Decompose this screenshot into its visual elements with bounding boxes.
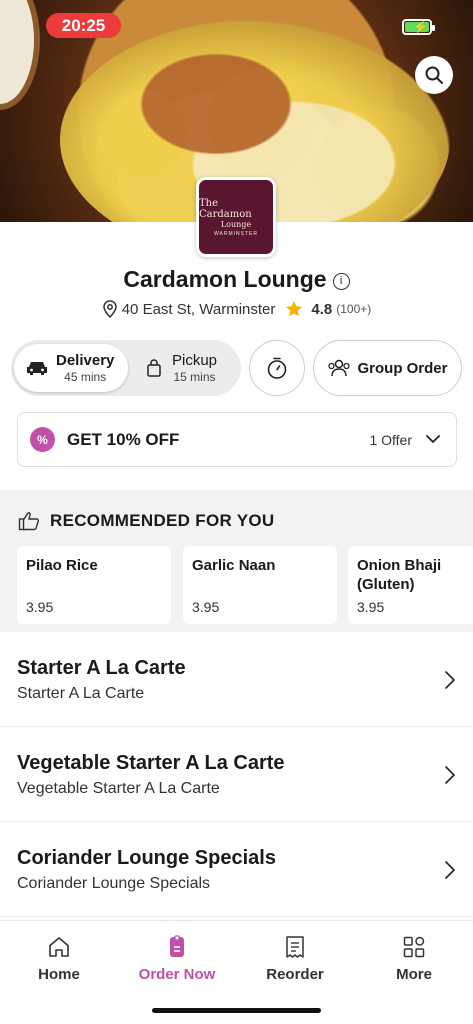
rating-count: (100+) (336, 302, 372, 316)
restaurant-logo: The Cardamon Lounge WARMINSTER (196, 177, 276, 257)
recommended-section: RECOMMENDED FOR YOU Pilao Rice 3.95 Garl… (0, 490, 473, 632)
discount-badge-icon: % (30, 427, 55, 452)
pickup-time: 15 mins (173, 369, 216, 384)
category-row[interactable]: Starter A La Carte Starter A La Carte (0, 633, 473, 727)
category-row[interactable]: Coriander Lounge Specials Coriander Loun… (0, 823, 473, 917)
location-pin-icon (102, 300, 117, 318)
delivery-option[interactable]: Delivery 45 mins (14, 344, 128, 392)
address-row: 40 East St, Warminster 4.8 (100+) (0, 300, 473, 318)
category-subtitle: Vegetable Starter A La Carte (17, 780, 220, 797)
schedule-button[interactable] (249, 340, 305, 396)
pickup-option[interactable]: Pickup 15 mins (132, 344, 238, 392)
item-name: Onion Bhaji (Gluten) (357, 557, 442, 593)
receipt-icon (286, 936, 304, 958)
recommended-item[interactable]: Garlic Naan 3.95 (183, 546, 337, 624)
category-subtitle: Coriander Lounge Specials (17, 875, 211, 892)
item-price: 3.95 (192, 599, 220, 615)
recommended-item[interactable]: Pilao Rice 3.95 (17, 546, 171, 624)
item-name: Garlic Naan (192, 557, 276, 574)
car-icon (27, 362, 47, 375)
recommended-header: RECOMMENDED FOR YOU (18, 511, 275, 531)
category-title: Starter A La Carte (17, 657, 186, 679)
bag-icon (147, 359, 161, 377)
restaurant-name: Cardamon Lounge (123, 266, 327, 292)
delivery-label: Delivery (56, 351, 115, 369)
delivery-time: 45 mins (64, 369, 107, 384)
star-icon (286, 300, 303, 317)
item-price: 3.95 (357, 599, 385, 615)
category-title: Vegetable Starter A La Carte (17, 752, 285, 774)
item-price: 3.95 (26, 599, 54, 615)
nav-order-now[interactable]: Order Now (118, 935, 236, 983)
chevron-right-icon (445, 861, 455, 879)
category-row[interactable]: Vegetable Starter A La Carte Vegetable S… (0, 728, 473, 822)
chevron-right-icon (445, 766, 455, 784)
offer-banner[interactable]: % GET 10% OFF 1 Offer (17, 412, 457, 467)
recommended-title: RECOMMENDED FOR YOU (50, 511, 275, 530)
recommended-item[interactable]: Onion Bhaji (Gluten) 3.95 (348, 546, 473, 624)
battery-icon: ⚡ (402, 19, 435, 35)
side-bowl (0, 0, 40, 110)
logo-line-2: Lounge (220, 219, 252, 229)
home-icon (49, 937, 69, 957)
chevron-right-icon (445, 671, 455, 689)
group-order-label: Group Order (357, 359, 448, 377)
restaurant-name-row: Cardamon Lounge i (0, 266, 473, 293)
group-order-button[interactable]: Group Order (313, 340, 462, 396)
home-indicator (152, 1008, 321, 1013)
timer-icon (267, 357, 287, 379)
item-name: Pilao Rice (26, 557, 98, 574)
order-icon (170, 935, 184, 957)
nav-more[interactable]: More (355, 935, 473, 983)
offer-title: GET 10% OFF (67, 429, 180, 449)
nav-order-now-label: Order Now (138, 966, 216, 983)
thumbs-up-icon (18, 512, 39, 531)
status-time: 20:25 (46, 13, 121, 38)
nav-home[interactable]: Home (0, 935, 118, 983)
logo-line-1: The Cardamon (199, 197, 252, 220)
rating-value: 4.8 (311, 300, 333, 318)
restaurant-address: 40 East St, Warminster (121, 300, 276, 318)
nav-reorder-label: Reorder (266, 966, 324, 983)
category-title: Coriander Lounge Specials (17, 847, 276, 869)
search-button[interactable] (415, 56, 453, 94)
nav-home-label: Home (38, 966, 80, 983)
nav-more-label: More (396, 966, 432, 983)
search-icon (425, 66, 443, 84)
info-icon[interactable]: i (332, 273, 350, 290)
logo-line-3: WARMINSTER (214, 230, 258, 237)
group-icon (328, 359, 351, 377)
nav-reorder[interactable]: Reorder (236, 935, 354, 983)
offer-count: 1 Offer (369, 431, 412, 448)
chevron-down-icon (426, 435, 440, 443)
pickup-label: Pickup (172, 351, 218, 369)
category-subtitle: Starter A La Carte (17, 685, 145, 702)
grid-icon (403, 936, 425, 958)
